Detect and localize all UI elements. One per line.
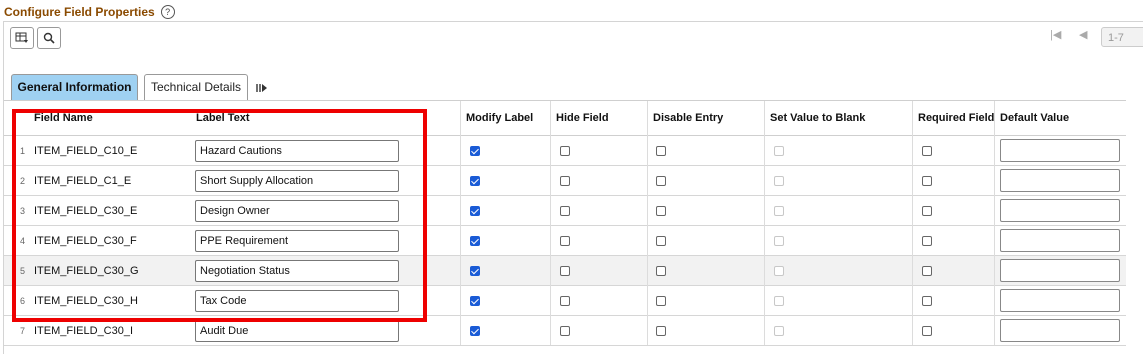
column-divider <box>460 101 461 345</box>
column-divider <box>647 101 648 345</box>
column-header-set-value-blank[interactable]: Set Value to Blank <box>766 101 865 135</box>
hide-field-checkbox[interactable] <box>560 236 570 246</box>
disable-entry-checkbox[interactable] <box>656 176 666 186</box>
modify-label-checkbox[interactable] <box>470 176 480 186</box>
required-field-checkbox[interactable] <box>922 146 932 156</box>
default-value-input[interactable] <box>1000 289 1120 312</box>
tab-bar: General Information Technical Details <box>4 74 1126 101</box>
disable-entry-checkbox[interactable] <box>656 236 666 246</box>
required-field-checkbox[interactable] <box>922 266 932 276</box>
required-field-checkbox[interactable] <box>922 206 932 216</box>
column-header-disable-entry[interactable]: Disable Entry <box>649 101 723 135</box>
modify-label-checkbox[interactable] <box>470 236 480 246</box>
required-field-checkbox[interactable] <box>922 236 932 246</box>
page-title: Configure Field Properties ? <box>4 5 175 19</box>
pager-range: 1-7 <box>1101 27 1143 47</box>
column-header-modify-label[interactable]: Modify Label <box>462 101 533 135</box>
modify-label-checkbox[interactable] <box>470 296 480 306</box>
column-divider <box>550 101 551 345</box>
set-value-blank-checkbox <box>774 296 784 306</box>
previous-page-icon[interactable]: ◀ <box>1079 28 1087 41</box>
set-value-blank-checkbox <box>774 206 784 216</box>
find-button[interactable] <box>37 27 61 49</box>
first-page-icon[interactable]: |◀ <box>1050 28 1061 41</box>
tab-general-information[interactable]: General Information <box>11 74 138 100</box>
disable-entry-checkbox[interactable] <box>656 266 666 276</box>
highlight-box <box>12 109 427 322</box>
default-value-input[interactable] <box>1000 259 1120 282</box>
hide-field-checkbox[interactable] <box>560 176 570 186</box>
personalize-grid-button[interactable] <box>10 27 34 49</box>
label-text-input[interactable] <box>195 320 399 342</box>
column-header-hide-field[interactable]: Hide Field <box>552 101 609 135</box>
disable-entry-checkbox[interactable] <box>656 206 666 216</box>
required-field-checkbox[interactable] <box>922 176 932 186</box>
column-divider <box>912 101 913 345</box>
disable-entry-checkbox[interactable] <box>656 326 666 336</box>
column-header-required-field[interactable]: Required Field <box>914 101 994 135</box>
set-value-blank-checkbox <box>774 326 784 336</box>
disable-entry-checkbox[interactable] <box>656 296 666 306</box>
column-divider <box>764 101 765 345</box>
modify-label-checkbox[interactable] <box>470 206 480 216</box>
search-icon <box>43 32 55 44</box>
set-value-blank-checkbox <box>774 176 784 186</box>
hide-field-checkbox[interactable] <box>560 326 570 336</box>
tab-technical-details[interactable]: Technical Details <box>144 74 248 100</box>
page-title-text: Configure Field Properties <box>4 5 155 19</box>
required-field-checkbox[interactable] <box>922 326 932 336</box>
column-header-default-value[interactable]: Default Value <box>996 101 1069 135</box>
required-field-checkbox[interactable] <box>922 296 932 306</box>
default-value-input[interactable] <box>1000 139 1120 162</box>
help-icon[interactable]: ? <box>160 5 175 19</box>
hide-field-checkbox[interactable] <box>560 296 570 306</box>
default-value-input[interactable] <box>1000 199 1120 222</box>
hide-field-checkbox[interactable] <box>560 206 570 216</box>
set-value-blank-checkbox <box>774 266 784 276</box>
modify-label-checkbox[interactable] <box>470 146 480 156</box>
default-value-input[interactable] <box>1000 319 1120 342</box>
hide-field-checkbox[interactable] <box>560 146 570 156</box>
modify-label-checkbox[interactable] <box>470 326 480 336</box>
set-value-blank-checkbox <box>774 236 784 246</box>
grid-settings-icon <box>15 32 28 43</box>
default-value-input[interactable] <box>1000 169 1120 192</box>
column-divider <box>994 101 995 345</box>
default-value-input[interactable] <box>1000 229 1120 252</box>
show-all-columns-icon[interactable] <box>255 81 269 95</box>
modify-label-checkbox[interactable] <box>470 266 480 276</box>
hide-field-checkbox[interactable] <box>560 266 570 276</box>
disable-entry-checkbox[interactable] <box>656 146 666 156</box>
set-value-blank-checkbox <box>774 146 784 156</box>
